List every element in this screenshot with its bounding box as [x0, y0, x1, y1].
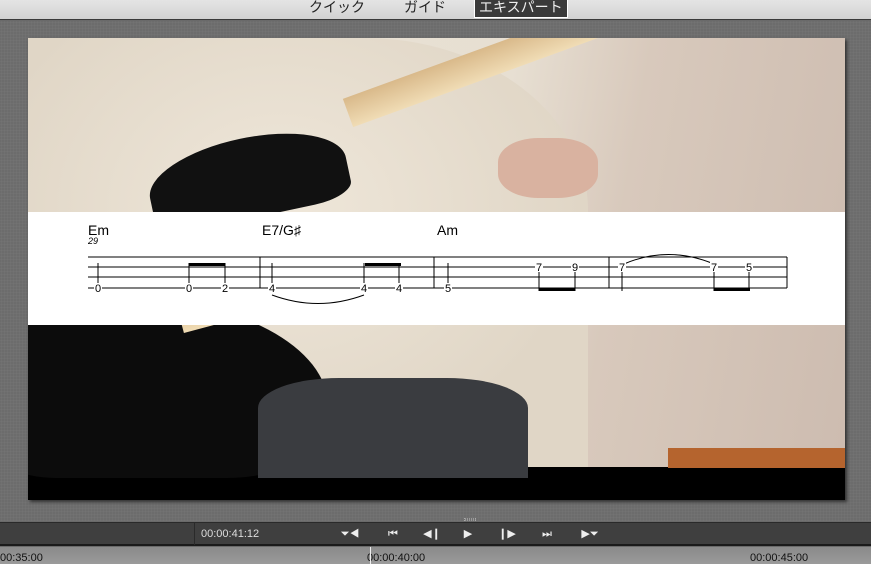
timeline-ruler[interactable]: 00:35:00 00:00:40:00 00:00:45:00 — [0, 547, 871, 564]
chord-sub-label: 29 — [87, 236, 98, 246]
tab-note: 7 — [536, 262, 542, 274]
step-back-icon[interactable]: ◀❙ — [422, 526, 442, 542]
tab-note: 0 — [186, 283, 192, 295]
playhead[interactable] — [370, 547, 371, 564]
beam — [365, 263, 401, 266]
beam — [189, 263, 225, 266]
ruler-label: 00:35:00 — [0, 552, 43, 564]
step-forward-icon[interactable]: ❙▶ — [497, 526, 517, 542]
tab-guided[interactable]: ガイド — [400, 0, 450, 18]
tab-note: 0 — [95, 283, 101, 295]
beam — [539, 288, 575, 291]
play-icon[interactable]: ▶ — [458, 526, 478, 542]
chord-label: E7/G♯ — [262, 222, 302, 238]
tab-note: 7 — [619, 262, 625, 274]
skip-forward-icon[interactable]: ⏭ — [537, 526, 557, 542]
ties — [271, 254, 715, 304]
mark-out-icon[interactable]: ▶⏷ — [580, 526, 600, 542]
tab-quick[interactable]: クイック — [305, 0, 369, 18]
tab-note: 5 — [445, 283, 451, 295]
video-preview: 002444579775 Em 29 E7/G♯ Am — [28, 38, 845, 500]
tie — [271, 294, 365, 304]
mode-bar: クイック ガイド エキスパート — [0, 0, 871, 20]
beam — [714, 288, 750, 291]
playback-controls: 00:00:41:12 ⏷◀ ⏮ ◀❙ ▶ ❙▶ ⏭ ▶⏷ — [0, 522, 871, 546]
ruler-label: 00:00:45:00 — [750, 552, 809, 564]
tab-expert[interactable]: エキスパート — [474, 0, 568, 18]
tab-note: 7 — [711, 262, 717, 274]
ruler-label: 00:00:40:00 — [367, 552, 426, 564]
tab-note: 4 — [361, 283, 367, 295]
tab-note: 4 — [269, 283, 275, 295]
tab-note: 9 — [572, 262, 578, 274]
tab-staff: 0 0 2 4 4 4 57 9 7 7 5 Em 29 E7/G♯ Am — [87, 222, 788, 304]
panel-resize-handle[interactable] — [464, 518, 476, 521]
tie — [623, 254, 715, 265]
mark-in-icon[interactable]: ⏷◀ — [340, 526, 360, 542]
bass-tab-overlay: 002444579775 Em 29 E7/G♯ Am — [28, 212, 845, 325]
tab-note: 4 — [396, 283, 402, 295]
chord-label: Am — [437, 222, 458, 238]
tab-note: 5 — [746, 262, 752, 274]
tab-note: 2 — [222, 283, 228, 295]
skip-back-icon[interactable]: ⏮ — [383, 526, 403, 542]
